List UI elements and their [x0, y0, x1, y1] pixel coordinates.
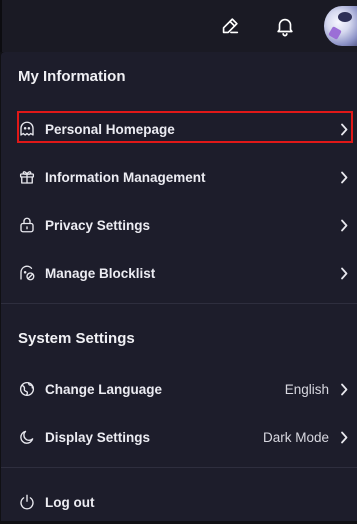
menu-item-label: Personal Homepage	[45, 121, 175, 137]
profile-ghost-icon	[17, 119, 37, 139]
menu-item-manage-blocklist[interactable]: Manage Blocklist	[1, 251, 357, 295]
menu-item-label: Display Settings	[45, 429, 151, 445]
chevron-right-icon	[339, 218, 349, 232]
logout-button[interactable]: Log out	[1, 480, 357, 524]
avatar-hair	[338, 12, 352, 22]
menu-item-change-language[interactable]: Change Language English	[1, 367, 357, 411]
menu-item-information-management[interactable]: Information Management	[1, 155, 357, 199]
power-icon	[17, 492, 37, 512]
avatar-ribbon	[328, 26, 342, 40]
current-display-mode-value: Dark Mode	[262, 429, 329, 445]
gift-icon	[17, 167, 37, 187]
my-information-title: My Information	[18, 68, 126, 85]
chevron-right-icon	[339, 122, 349, 136]
edge-divider	[0, 0, 2, 52]
edit-icon[interactable]	[218, 14, 242, 38]
logout-label: Log out	[45, 494, 95, 510]
menu-item-privacy-settings[interactable]: Privacy Settings	[1, 203, 357, 247]
current-language-value: English	[284, 381, 329, 397]
blocked-user-icon	[17, 263, 37, 283]
menu-item-display-settings[interactable]: Display Settings Dark Mode	[1, 415, 357, 459]
menu-item-label: Manage Blocklist	[45, 265, 156, 281]
system-settings-title: System Settings	[18, 330, 135, 347]
menu-item-label: Information Management	[45, 169, 206, 185]
moon-icon	[17, 427, 37, 447]
chevron-right-icon	[339, 170, 349, 184]
chevron-right-icon	[339, 430, 349, 444]
section-divider	[1, 467, 357, 468]
lock-icon	[17, 215, 37, 235]
menu-item-personal-homepage[interactable]: Personal Homepage	[1, 107, 357, 151]
section-divider	[1, 303, 357, 304]
menu-item-label: Change Language	[45, 381, 163, 397]
user-menu-panel: My Information Personal Homepage Informa…	[1, 52, 357, 521]
chevron-right-icon	[339, 382, 349, 396]
top-bar	[0, 0, 357, 52]
bell-icon[interactable]	[273, 14, 297, 38]
menu-item-label: Privacy Settings	[45, 217, 151, 233]
globe-icon	[17, 379, 37, 399]
chevron-right-icon	[339, 266, 349, 280]
avatar[interactable]	[324, 6, 357, 46]
